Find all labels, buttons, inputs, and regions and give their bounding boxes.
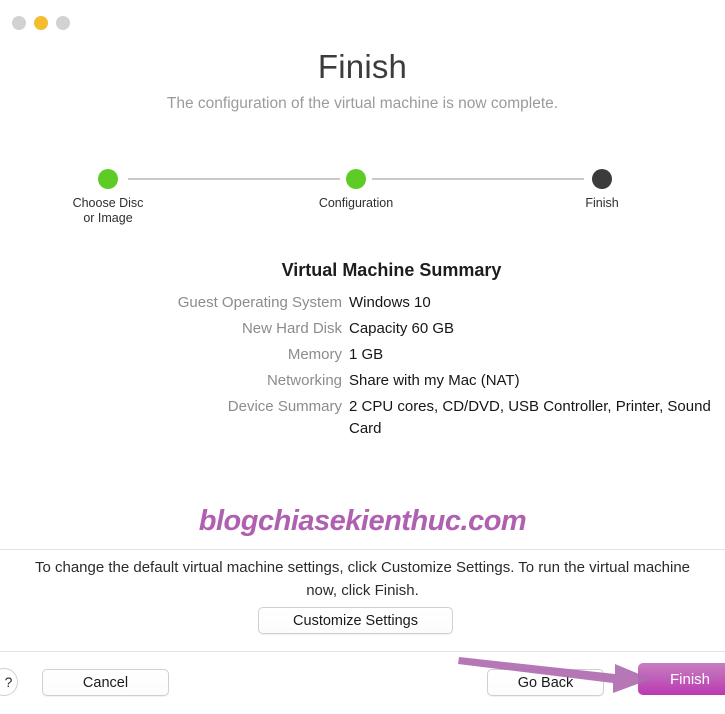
summary-row-device-summary: Device Summary 2 CPU cores, CD/DVD, USB … bbox=[0, 396, 725, 440]
traffic-light-group bbox=[12, 16, 70, 30]
finish-button[interactable]: Finish bbox=[638, 663, 725, 695]
step-dot-done-icon bbox=[98, 169, 118, 189]
summary-row-value: 2 CPU cores, CD/DVD, USB Controller, Pri… bbox=[349, 398, 711, 437]
site-watermark: blogchiasekienthuc.com bbox=[198, 505, 527, 537]
customize-settings-button[interactable]: Customize Settings bbox=[258, 607, 453, 634]
step-dot-done-icon bbox=[346, 169, 366, 189]
step-choose-disc-or-image[interactable]: Choose Disc or Image bbox=[38, 169, 178, 226]
step-finish[interactable]: Finish bbox=[532, 169, 672, 211]
wizard-footer: ? Cancel Go Back bbox=[0, 652, 725, 714]
cancel-button[interactable]: Cancel bbox=[42, 669, 169, 696]
hint-divider bbox=[0, 549, 725, 550]
step-label: Finish bbox=[585, 196, 619, 210]
wizard-stepper: Choose Disc or Image Configuration Finis… bbox=[0, 168, 725, 228]
step-configuration[interactable]: Configuration bbox=[286, 169, 426, 211]
summary-title: Virtual Machine Summary bbox=[281, 260, 502, 280]
summary-rows: Guest Operating System Windows 10 New Ha… bbox=[0, 292, 725, 440]
summary-row-networking: Networking Share with my Mac (NAT) bbox=[0, 370, 725, 392]
summary-row-value: Windows 10 bbox=[349, 294, 431, 311]
summary-row-memory: Memory 1 GB bbox=[0, 344, 725, 366]
summary-row-value: Capacity 60 GB bbox=[349, 320, 455, 337]
summary-row-guest-operating-system: Guest Operating System Windows 10 bbox=[0, 292, 725, 314]
close-window-icon[interactable] bbox=[12, 16, 26, 30]
summary-row-label: Guest Operating System bbox=[177, 294, 342, 311]
summary-row-label: Networking bbox=[266, 372, 342, 389]
page-subtitle: The configuration of the virtual machine… bbox=[166, 95, 559, 112]
step-dot-current-icon bbox=[592, 169, 612, 189]
wizard-header: Finish The configuration of the virtual … bbox=[0, 46, 725, 114]
summary-row-value: 1 GB bbox=[349, 346, 384, 363]
virtual-machine-summary: Virtual Machine Summary Guest Operating … bbox=[0, 258, 725, 444]
window-titlebar bbox=[0, 0, 725, 42]
step-label: Choose Disc or Image bbox=[72, 196, 144, 225]
hint-text: To change the default virtual machine se… bbox=[34, 559, 691, 599]
help-button[interactable]: ? bbox=[0, 668, 18, 696]
step-label: Configuration bbox=[318, 196, 394, 210]
minimize-window-icon[interactable] bbox=[34, 16, 48, 30]
page-title: Finish bbox=[317, 48, 408, 85]
summary-row-label: New Hard Disk bbox=[241, 320, 342, 337]
go-back-button[interactable]: Go Back bbox=[487, 669, 604, 696]
summary-row-new-hard-disk: New Hard Disk Capacity 60 GB bbox=[0, 318, 725, 340]
summary-row-value: Share with my Mac (NAT) bbox=[349, 372, 520, 389]
zoom-window-icon[interactable] bbox=[56, 16, 70, 30]
summary-row-label: Memory bbox=[287, 346, 342, 363]
vm-setup-window: Finish The configuration of the virtual … bbox=[0, 0, 725, 714]
summary-row-label: Device Summary bbox=[227, 398, 342, 415]
